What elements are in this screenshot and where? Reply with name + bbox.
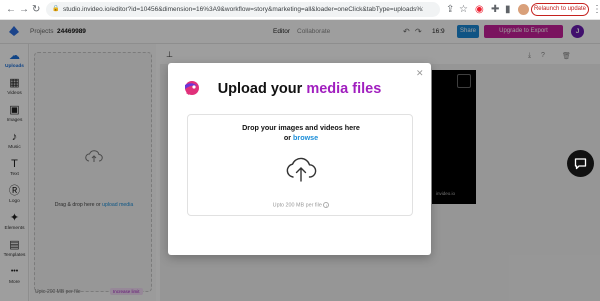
chat-icon	[574, 158, 587, 170]
upload-limit-label: Upto 200 MB per file	[272, 202, 322, 209]
modal-title-prefix: Upload your	[217, 81, 307, 97]
browse-prefix: or	[283, 133, 293, 142]
url-text: studio.invideo.io/editor?id=10456&dimens…	[63, 6, 423, 13]
kebab-menu-icon[interactable]: ⋮	[592, 4, 600, 16]
browser-toolbar: ← → ↻ 🔒 studio.invideo.io/editor?id=1045…	[0, 0, 600, 20]
bookmark-icon[interactable]: ☆	[459, 4, 468, 16]
puzzle-icon[interactable]: ✚	[491, 4, 499, 16]
share-page-icon[interactable]: ⇪	[446, 4, 454, 16]
upload-modal: Upload your media files ✕ Drop your imag…	[168, 63, 431, 255]
screen: ← → ↻ 🔒 studio.invideo.io/editor?id=1045…	[0, 0, 600, 301]
chat-button[interactable]	[567, 150, 594, 177]
close-icon[interactable]: ✕	[416, 68, 424, 78]
lock-icon: 🔒	[52, 6, 60, 12]
browse-link[interactable]: browse	[293, 133, 318, 142]
modal-title: Upload your media files	[168, 80, 431, 98]
modal-title-highlight: media files	[306, 81, 382, 97]
address-bar[interactable]: 🔒 studio.invideo.io/editor?id=10456&dime…	[46, 2, 440, 17]
forward-icon[interactable]: →	[19, 4, 29, 16]
browse-line: or browse	[188, 133, 414, 142]
extension-icon[interactable]: ◉	[475, 4, 484, 16]
relaunch-button[interactable]: Relaunch to update	[531, 3, 589, 16]
upload-dropzone[interactable]: Drop your images and videos here or brow…	[187, 114, 413, 216]
profile-avatar[interactable]	[518, 4, 529, 15]
upload-limit-text: Upto 200 MB per file i	[188, 202, 414, 208]
reload-icon[interactable]: ↻	[32, 4, 40, 16]
info-icon[interactable]: i	[323, 202, 330, 208]
back-icon[interactable]: ←	[6, 4, 16, 16]
sidebar-icon[interactable]: ▮	[505, 4, 511, 16]
cloud-upload-icon	[286, 157, 317, 182]
drop-instruction: Drop your images and videos here	[242, 123, 360, 132]
